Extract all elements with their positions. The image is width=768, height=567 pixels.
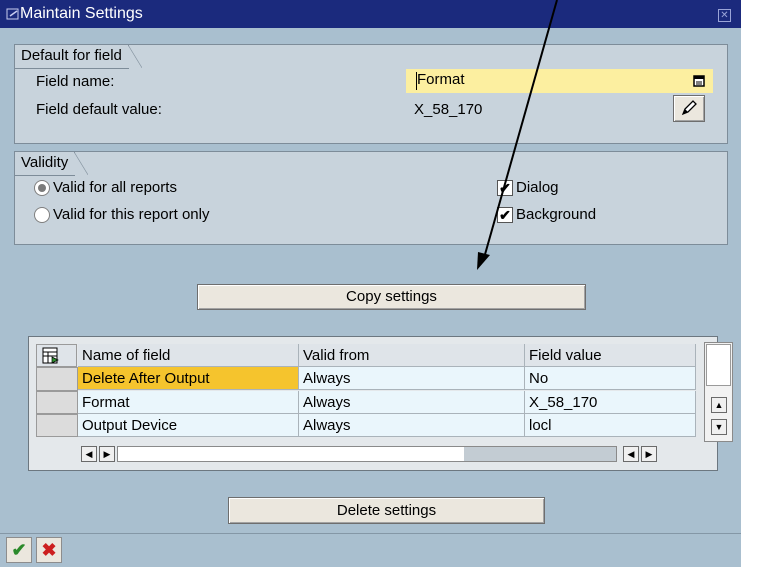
arrow-annotation-icon	[477, 0, 558, 270]
